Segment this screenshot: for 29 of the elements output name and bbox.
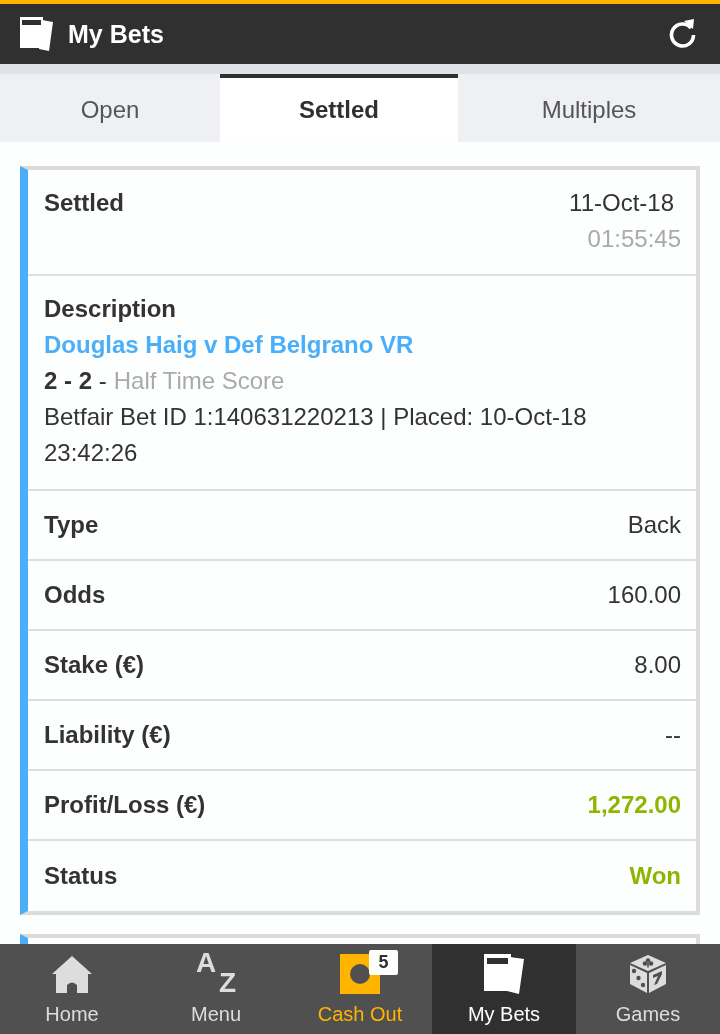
field-label: Liability (€) [44, 720, 171, 750]
tab[interactable]: Settled [220, 74, 458, 142]
field-value: 8.00 [634, 650, 681, 680]
field-label: Profit/Loss (€) [44, 790, 206, 820]
refresh-icon [667, 19, 697, 49]
field-value: 160.00 [607, 580, 681, 610]
field-value: 1,272.00 [587, 790, 681, 820]
settled-date: 11-Oct-18 [569, 188, 674, 218]
field-label: Odds [44, 580, 106, 610]
field-label: Settled [44, 188, 124, 218]
nav-item[interactable]: My Bets [432, 944, 576, 1034]
field-value: Won [629, 861, 681, 891]
house-icon [52, 955, 92, 993]
settled-time: 01:55:45 [587, 224, 681, 254]
page-title: My Bets [68, 19, 164, 50]
bet-slips-icon [484, 954, 524, 994]
field-label: Stake (€) [44, 650, 145, 680]
count-badge: 5 [369, 950, 398, 975]
bet-slips-icon [20, 17, 53, 51]
dice-icon [629, 954, 667, 994]
field-value: -- [665, 720, 681, 750]
field-label: Type [44, 510, 99, 540]
az-icon: A Z [196, 954, 236, 994]
bet-details: Betfair Bet ID 1:140631220213 | Placed: 10-Oct-18 23:42:26 [44, 402, 588, 468]
field-value: Back [627, 510, 681, 540]
score-text: 2 - 2 - [44, 366, 107, 396]
market-name: Half Time Score [113, 366, 285, 396]
field-label: Description [44, 294, 177, 324]
field-label: Status [44, 861, 118, 891]
